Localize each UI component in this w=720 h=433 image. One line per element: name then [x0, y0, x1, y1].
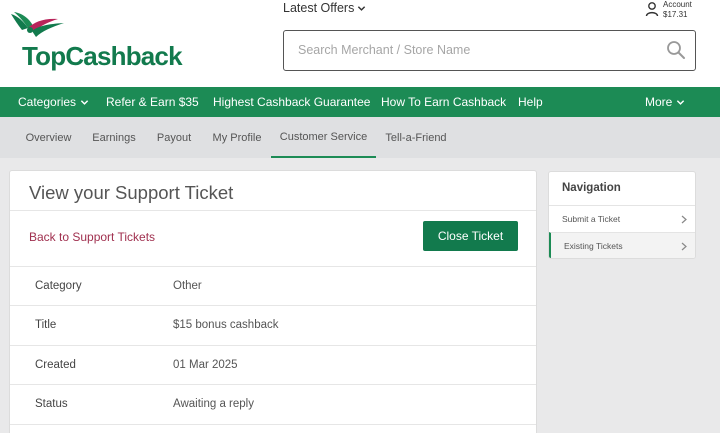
nav-categories[interactable]: Categories — [18, 95, 89, 109]
divider — [10, 424, 536, 425]
sidebar-item-existing-tickets[interactable]: Existing Tickets — [549, 232, 695, 258]
account-balance: $17.31 — [663, 10, 688, 19]
tab-tell-a-friend-label: Tell-a-Friend — [385, 131, 447, 144]
nav-refer-earn[interactable]: Refer & Earn $35 — [106, 95, 199, 109]
sidebar-item-label: Submit a Ticket — [562, 214, 621, 224]
latest-offers-label: Latest Offers — [283, 1, 355, 15]
nav-how-to-earn[interactable]: How To Earn Cashback — [381, 95, 506, 109]
nav-help-label: Help — [518, 95, 543, 109]
back-to-support-tickets-link[interactable]: Back to Support Tickets — [29, 230, 155, 244]
row-label: Created — [35, 359, 76, 371]
tab-customer-service[interactable]: Customer Service — [271, 117, 376, 158]
tab-my-profile-label: My Profile — [212, 131, 262, 144]
account-label: Account — [663, 0, 692, 9]
nav-refer-earn-label: Refer & Earn $35 — [106, 95, 199, 109]
nav-more[interactable]: More — [645, 95, 685, 109]
user-icon — [645, 2, 659, 17]
nav-highest-cashback-label: Highest Cashback Guarantee — [213, 95, 371, 109]
nav-highest-cashback-guarantee[interactable]: Highest Cashback Guarantee — [213, 95, 370, 109]
nav-more-label: More — [645, 95, 673, 109]
account-sub-nav: Overview Earnings Payout My Profile Cust… — [0, 117, 720, 158]
topcashback-logo[interactable]: TopCashback — [8, 10, 188, 71]
divider — [10, 345, 536, 346]
row-value: Other — [173, 280, 202, 292]
close-ticket-button[interactable]: Close Ticket — [423, 221, 518, 251]
tab-payout-label: Payout — [156, 131, 192, 144]
tab-my-profile[interactable]: My Profile — [207, 117, 267, 158]
tab-tell-a-friend[interactable]: Tell-a-Friend — [382, 117, 450, 158]
divider — [10, 266, 536, 267]
divider — [10, 384, 536, 385]
tab-earnings[interactable]: Earnings — [88, 117, 140, 158]
chevron-down-icon — [358, 5, 366, 11]
navigation-sidebar: Navigation Submit a Ticket Existing Tick… — [548, 171, 696, 259]
site-header: TopCashback Latest Offers Account $17.31… — [0, 0, 720, 87]
sidebar-item-submit-ticket[interactable]: Submit a Ticket — [549, 205, 695, 232]
tab-earnings-label: Earnings — [92, 131, 136, 144]
nav-categories-label: Categories — [18, 95, 77, 109]
nav-help[interactable]: Help — [518, 95, 543, 109]
row-label: Status — [35, 398, 68, 410]
row-value: $15 bonus cashback — [173, 319, 279, 331]
tab-overview-label: Overview — [25, 131, 72, 144]
page-title: View your Support Ticket — [29, 182, 234, 203]
search-icon[interactable] — [666, 40, 686, 60]
divider — [10, 305, 536, 306]
logo-text: TopCashback — [22, 41, 183, 71]
nav-how-to-earn-label: How To Earn Cashback — [381, 95, 507, 109]
search-placeholder: Search Merchant / Store Name — [298, 43, 471, 57]
tab-overview[interactable]: Overview — [20, 117, 77, 158]
latest-offers-menu[interactable]: Latest Offers — [283, 1, 366, 15]
sidebar-title: Navigation — [562, 182, 621, 194]
tab-customer-service-label: Customer Service — [279, 130, 368, 143]
chevron-right-icon — [681, 215, 687, 224]
chevron-down-icon — [677, 99, 685, 105]
row-value: 01 Mar 2025 — [173, 359, 238, 371]
tab-payout[interactable]: Payout — [151, 117, 197, 158]
support-ticket-card: View your Support Ticket Back to Support… — [9, 170, 537, 433]
search-input[interactable]: Search Merchant / Store Name — [283, 30, 696, 71]
row-label: Category — [35, 280, 82, 292]
row-value: Awaiting a reply — [173, 398, 254, 410]
account-menu[interactable]: Account $17.31 — [645, 0, 692, 20]
row-label: Title — [35, 319, 57, 331]
chevron-right-icon — [681, 242, 687, 251]
sidebar-item-label: Existing Tickets — [564, 241, 623, 251]
chevron-down-icon — [80, 99, 89, 105]
divider — [10, 210, 536, 211]
main-nav: Categories Refer & Earn $35 Highest Cash… — [0, 87, 720, 117]
